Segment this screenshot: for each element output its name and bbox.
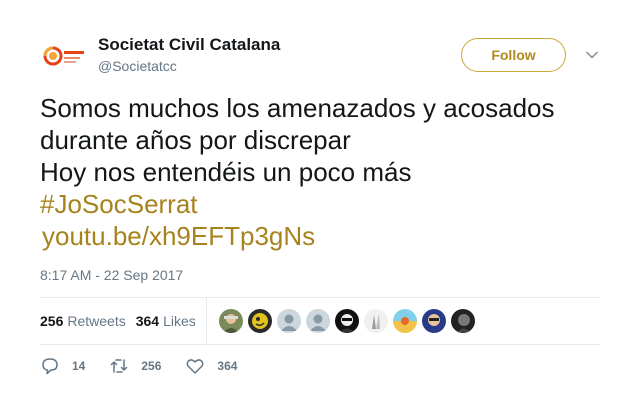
likes-stat[interactable]: 364 Likes	[136, 313, 196, 329]
user-avatar-icon[interactable]	[421, 309, 446, 333]
author-handle[interactable]: @Societatcc	[98, 58, 177, 74]
tweet-line: durante años por discrepar	[40, 125, 351, 155]
retweets-label: Retweets	[67, 313, 126, 329]
heart-icon	[186, 359, 204, 374]
retweet-icon	[111, 359, 128, 373]
hashtag-link[interactable]: #JoSocSerrat	[40, 188, 620, 220]
author-avatar[interactable]	[40, 36, 88, 76]
like-count: 364	[217, 359, 238, 373]
likes-count: 364	[135, 313, 160, 329]
retweet-count: 256	[141, 359, 162, 373]
user-avatar-icon[interactable]	[363, 309, 388, 333]
user-avatar-icon[interactable]	[334, 309, 359, 333]
url-link[interactable]: youtu.be/xh9EFTp3gNs	[40, 220, 620, 252]
retweets-count: 256	[40, 313, 64, 329]
retweets-stat[interactable]: 256 Retweets	[40, 313, 126, 329]
organization-logo-icon	[43, 46, 84, 66]
user-avatar-icon[interactable]	[450, 309, 475, 333]
default-avatar-icon[interactable]	[305, 309, 330, 333]
tweet-line: Somos muchos los amenazados y acosados	[40, 93, 555, 123]
divider	[40, 344, 600, 345]
stats-separator	[205, 298, 207, 344]
stats-row: 256 Retweets 364 Likes	[40, 298, 600, 344]
tweet-timestamp[interactable]: 8:17 AM - 22 Sep 2017	[40, 267, 183, 283]
chevron-down-icon[interactable]	[585, 48, 599, 62]
reply-icon	[42, 358, 58, 375]
tweet-line: Hoy nos entendéis un poco más	[40, 157, 412, 187]
follow-button[interactable]: Follow	[461, 38, 566, 72]
author-name[interactable]: Societat Civil Catalana	[98, 35, 280, 55]
retweet-button[interactable]: 256	[109, 356, 161, 376]
default-avatar-icon[interactable]	[276, 309, 301, 333]
reply-button[interactable]: 14	[40, 356, 85, 376]
likes-label: Likes	[163, 313, 196, 329]
tweet-actions: 14 256 364	[40, 356, 261, 376]
user-avatar-icon[interactable]	[218, 309, 243, 333]
like-button[interactable]: 364	[185, 356, 237, 376]
user-avatar-icon[interactable]	[392, 309, 417, 333]
user-avatar-icon[interactable]	[247, 309, 272, 333]
tweet-text: Somos muchos los amenazados y acosados d…	[40, 92, 620, 252]
reply-count: 14	[72, 359, 86, 373]
engagement-avatars	[218, 309, 480, 333]
